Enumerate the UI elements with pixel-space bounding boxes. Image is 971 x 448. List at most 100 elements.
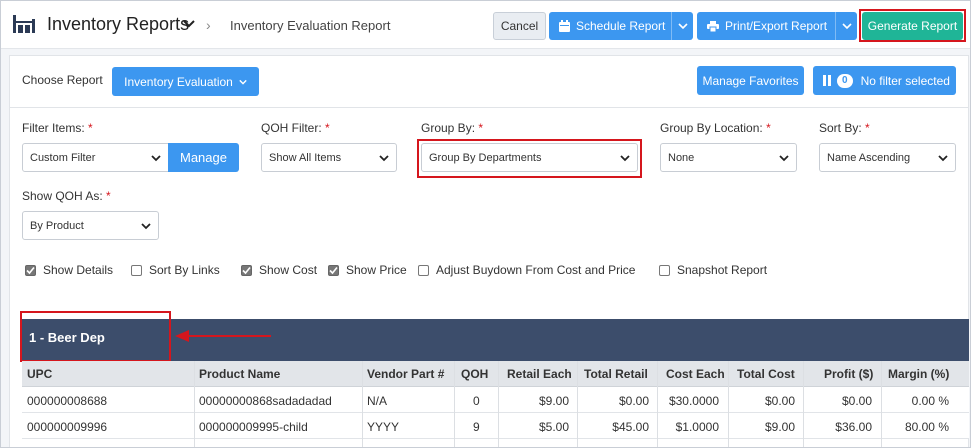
checkbox-checked-icon <box>328 264 339 276</box>
filter-items-value: Custom Filter <box>30 151 96 164</box>
show-cost-label: Show Cost <box>259 263 318 277</box>
column-header-retail-each[interactable]: Retail Each <box>507 367 572 381</box>
show-details-checkbox[interactable]: Show Details <box>25 263 113 277</box>
group-by-location-label: Group By Location: * <box>660 121 771 135</box>
cell-upc: 000000008688 <box>27 394 108 408</box>
column-divider <box>577 361 578 447</box>
column-header-cost-each[interactable]: Cost Each <box>666 367 725 381</box>
cell-cost-each: $1.0000 <box>675 420 719 434</box>
show-qoh-as-label: Show QOH As: * <box>22 189 111 203</box>
schedule-dropdown-toggle[interactable] <box>671 12 693 40</box>
column-divider <box>803 361 804 447</box>
show-cost-checkbox[interactable]: Show Cost <box>241 263 317 277</box>
snapshot-report-checkbox[interactable]: Snapshot Report <box>659 263 767 277</box>
cell-profit: $0.00 <box>841 394 872 408</box>
chevron-down-icon <box>779 155 789 162</box>
schedule-report-label: Schedule Report <box>576 19 666 33</box>
warehouse-icon <box>13 15 35 33</box>
column-divider <box>362 361 363 447</box>
snapshot-report-label: Snapshot Report <box>677 263 768 277</box>
chevron-down-icon[interactable] <box>182 17 196 31</box>
show-price-label: Show Price <box>346 263 407 277</box>
sort-by-label: Sort By: * <box>819 121 870 135</box>
breadcrumb: Inventory Evaluation Report <box>230 18 391 33</box>
filter-items-select[interactable]: Custom Filter <box>22 143 169 172</box>
column-header-qoh[interactable]: QOH <box>461 367 488 381</box>
filter-status-label: No filter selected <box>860 73 950 88</box>
filter-selection-button[interactable]: 0 No filter selected <box>813 66 956 95</box>
group-by-location-value: None <box>668 151 695 164</box>
filter-count-badge: 0 <box>837 73 853 88</box>
choose-report-label: Choose Report <box>22 73 103 87</box>
cell-retail-each: $5.00 <box>538 420 569 434</box>
breadcrumb-separator-icon: › <box>206 17 211 33</box>
chevron-down-icon <box>677 23 688 30</box>
cell-retail-each: $9.00 <box>538 394 569 408</box>
print-export-label: Print/Export Report <box>725 19 828 33</box>
checkbox-empty-icon <box>418 264 429 276</box>
column-header-total-cost[interactable]: Total Cost <box>737 367 795 381</box>
qoh-filter-value: Show All Items <box>269 151 342 164</box>
column-header-profit[interactable]: Profit ($) <box>824 367 873 381</box>
print-dropdown-toggle[interactable] <box>835 12 857 40</box>
cell-total-cost: $9.00 <box>764 420 795 434</box>
show-qoh-as-select[interactable]: By Product <box>22 211 159 240</box>
schedule-report-button[interactable]: Schedule Report <box>549 12 693 40</box>
report-select-button[interactable]: Inventory Evaluation <box>112 67 259 96</box>
calendar-icon <box>559 20 570 32</box>
checkbox-empty-icon <box>659 264 670 276</box>
column-divider <box>657 361 658 447</box>
sort-by-select[interactable]: Name Ascending <box>819 143 956 172</box>
column-header-total-retail[interactable]: Total Retail <box>584 367 648 381</box>
cancel-button[interactable]: Cancel <box>493 12 546 40</box>
report-select-value: Inventory Evaluation <box>124 74 233 89</box>
annotation-arrow-icon <box>175 330 271 342</box>
cell-product-name: 000000009995-child <box>199 420 308 434</box>
column-header-product-name[interactable]: Product Name <box>199 367 280 381</box>
cell-upc: 000000009996 <box>27 420 108 434</box>
show-price-checkbox[interactable]: Show Price <box>328 263 407 277</box>
cell-cost-each: $30.0000 <box>668 394 719 408</box>
group-by-label: Group By: * <box>421 121 484 135</box>
show-qoh-as-value: By Product <box>30 219 84 232</box>
cell-vendor-part: N/A <box>367 394 388 408</box>
column-divider <box>194 361 195 447</box>
manage-filter-button[interactable]: Manage <box>168 143 239 172</box>
cell-vendor-part: YYYY <box>367 420 400 434</box>
column-divider <box>454 361 455 447</box>
column-header-upc[interactable]: UPC <box>27 367 52 381</box>
manage-favorites-button[interactable]: Manage Favorites <box>697 66 804 95</box>
show-details-label: Show Details <box>43 263 114 277</box>
sort-by-links-checkbox[interactable]: Sort By Links <box>131 263 220 277</box>
app-title: Inventory Reports <box>47 14 190 34</box>
chevron-down-icon <box>151 155 161 162</box>
chevron-down-icon <box>141 223 151 230</box>
chevron-down-icon <box>379 155 389 162</box>
cell-margin: 0.00 % <box>911 394 949 408</box>
table-row <box>22 387 969 413</box>
chevron-down-icon <box>938 155 948 162</box>
adjust-buydown-checkbox[interactable]: Adjust Buydown From Cost and Price <box>418 263 635 277</box>
chevron-down-icon <box>841 23 852 30</box>
cell-profit: $36.00 <box>835 420 872 434</box>
filter-list-icon <box>823 75 831 86</box>
column-header-vendor-part[interactable]: Vendor Part # <box>367 367 444 381</box>
checkbox-empty-icon <box>131 264 142 276</box>
cell-product-name: 00000000868sadadadad <box>199 394 332 408</box>
table-row <box>22 413 969 439</box>
group-by-location-select[interactable]: None <box>660 143 797 172</box>
cell-qoh: 0 <box>473 394 480 408</box>
qoh-filter-select[interactable]: Show All Items <box>261 143 397 172</box>
printer-icon <box>707 20 719 32</box>
column-header-margin[interactable]: Margin (%) <box>888 367 949 381</box>
qoh-filter-label: QOH Filter: * <box>261 121 330 135</box>
cell-total-retail: $0.00 <box>618 394 649 408</box>
cell-qoh: 9 <box>473 420 480 434</box>
cell-margin: 80.00 % <box>904 420 949 434</box>
checkbox-checked-icon <box>25 264 36 276</box>
highlight-box-department <box>20 311 171 362</box>
cell-total-retail: $45.00 <box>612 420 649 434</box>
sort-by-value: Name Ascending <box>827 151 911 164</box>
print-export-button[interactable]: Print/Export Report <box>697 12 857 40</box>
column-divider <box>881 361 882 447</box>
